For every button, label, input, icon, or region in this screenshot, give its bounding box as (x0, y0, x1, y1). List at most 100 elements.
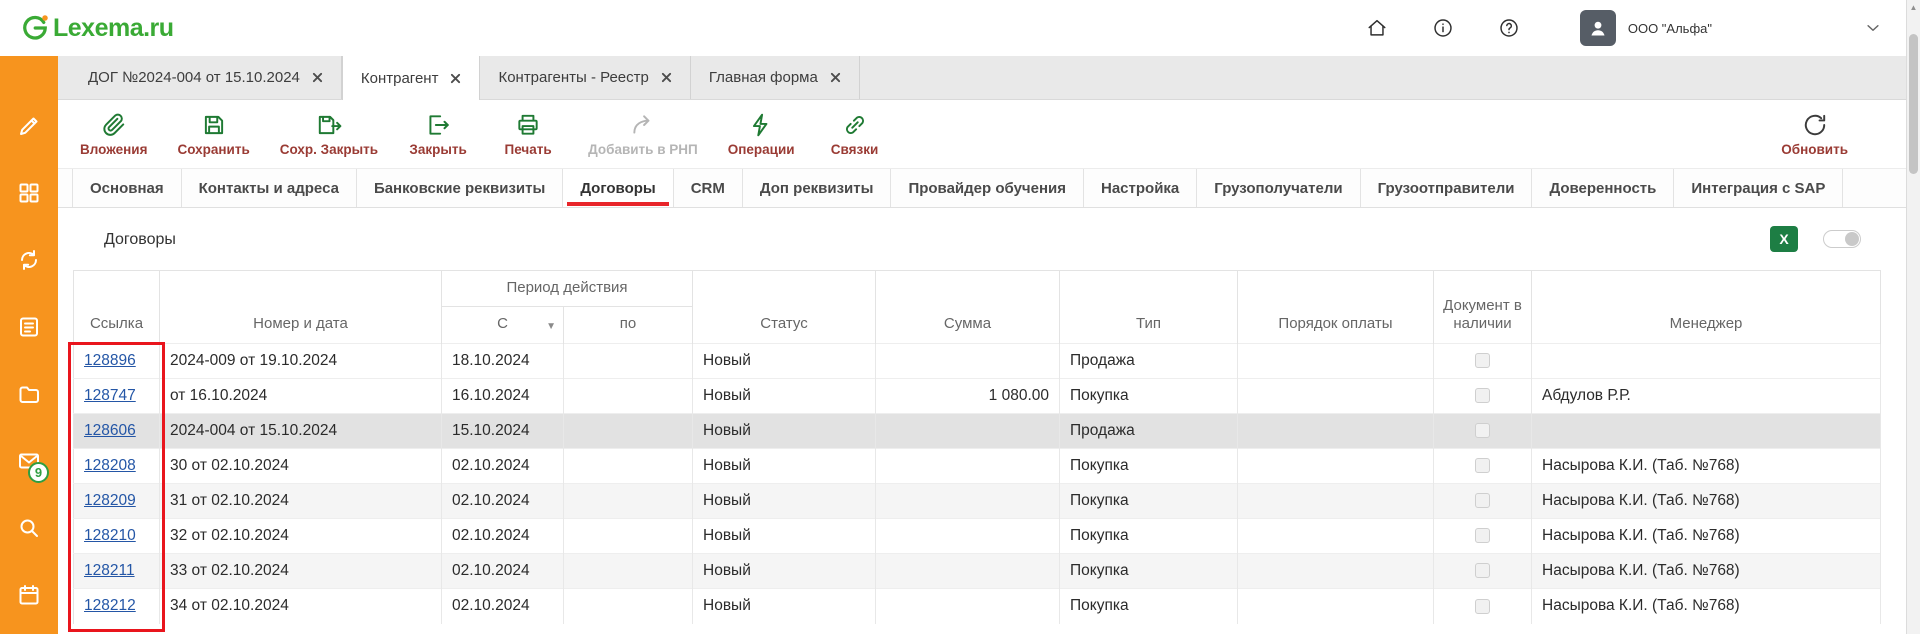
col-header-link[interactable]: Ссылка (74, 271, 160, 344)
excel-export-button[interactable]: X (1770, 226, 1798, 252)
add-rnp-button[interactable]: Добавить в РНП (588, 112, 698, 157)
table-row[interactable]: 128209 31 от 02.10.2024 02.10.2024 Новый… (74, 484, 1881, 519)
operations-button[interactable]: Операции (728, 112, 795, 157)
contract-link[interactable]: 128747 (84, 387, 136, 404)
doc-checkbox[interactable] (1475, 563, 1490, 578)
doc-checkbox[interactable] (1475, 423, 1490, 438)
save-button[interactable]: Сохранить (177, 112, 249, 157)
tab-doverennost[interactable]: Доверенность (1532, 169, 1674, 207)
doc-checkbox[interactable] (1475, 388, 1490, 403)
contract-link[interactable]: 128210 (84, 527, 136, 544)
chevron-down-icon[interactable] (1864, 19, 1882, 37)
manager-cell: Насырова К.И. (Таб. №768) (1532, 484, 1881, 519)
print-button[interactable]: Печать (498, 112, 558, 157)
number-cell: 2024-009 от 19.10.2024 (160, 344, 442, 379)
from-cell: 02.10.2024 (442, 449, 564, 484)
col-header-manager[interactable]: Менеджер (1532, 271, 1881, 344)
links-button[interactable]: Связки (825, 112, 885, 157)
status-cell: Новый (693, 379, 876, 414)
tab-gruzopoluchateli[interactable]: Грузополучатели (1197, 169, 1360, 207)
tab-integraciya-s-sap[interactable]: Интеграция с SAP (1674, 169, 1843, 207)
link-cell: 128210 (74, 519, 160, 554)
help-icon[interactable] (1498, 17, 1520, 39)
doc-cell (1434, 554, 1532, 589)
home-icon[interactable] (1366, 17, 1388, 39)
brand-name: Lexema.ru (53, 14, 174, 43)
refresh-icon (1802, 112, 1828, 138)
toolbar: Вложения Сохранить Сохр. Закрыть Закрыть… (58, 100, 1906, 168)
contract-link[interactable]: 128211 (84, 562, 135, 579)
status-cell: Новый (693, 554, 876, 589)
table-row[interactable]: 128896 2024-009 от 19.10.2024 18.10.2024… (74, 344, 1881, 379)
window-tab-dog-2024-004[interactable]: ДОГ №2024-004 от 15.10.2024 (70, 56, 342, 99)
sidebar-search-button[interactable] (0, 516, 58, 540)
close-icon[interactable] (661, 72, 672, 83)
contract-link[interactable]: 128896 (84, 352, 136, 369)
table-row-selected[interactable]: 128606 2024-004 от 15.10.2024 15.10.2024… (74, 414, 1881, 449)
doc-checkbox[interactable] (1475, 353, 1490, 368)
doc-checkbox[interactable] (1475, 528, 1490, 543)
doc-checkbox[interactable] (1475, 599, 1490, 614)
sidebar-modules-button[interactable] (0, 181, 58, 205)
sidebar-mail-button[interactable]: 9 (0, 449, 58, 473)
window-tab-label: Контрагент (361, 70, 439, 87)
doc-cell (1434, 589, 1532, 624)
close-icon[interactable] (312, 72, 323, 83)
col-header-doc[interactable]: Документ в наличии (1434, 271, 1532, 344)
refresh-button[interactable]: Обновить (1781, 112, 1848, 157)
col-header-to[interactable]: по (564, 307, 693, 344)
tab-dop-rekvizity[interactable]: Доп реквизиты (743, 169, 892, 207)
contract-link[interactable]: 128208 (84, 457, 136, 474)
scrollbar-thumb[interactable] (1909, 34, 1918, 174)
window-tab-glavnaya-forma[interactable]: Главная форма (691, 56, 860, 99)
scrollbar-up-arrow[interactable]: ▲ (1907, 3, 1920, 12)
tab-osnovnaya[interactable]: Основная (72, 169, 182, 207)
table-row[interactable]: 128747 от 16.10.2024 16.10.2024 Новый 1 … (74, 379, 1881, 414)
window-tabs-bar: ДОГ №2024-004 от 15.10.2024 Контрагент К… (58, 56, 1906, 100)
close-icon[interactable] (830, 72, 841, 83)
window-tab-kontragent[interactable]: Контрагент (342, 56, 481, 100)
close-form-button[interactable]: Закрыть (408, 112, 468, 157)
table-row[interactable]: 128208 30 от 02.10.2024 02.10.2024 Новый… (74, 449, 1881, 484)
to-cell (564, 379, 693, 414)
tab-nastroyka[interactable]: Настройка (1084, 169, 1197, 207)
lexema-logo[interactable]: Lexema.ru (20, 13, 174, 43)
contract-link[interactable]: 128606 (84, 422, 136, 439)
sidebar-sync-button[interactable] (0, 248, 58, 272)
tab-gruzootpraviteli[interactable]: Грузоотправители (1361, 169, 1533, 207)
col-header-from[interactable]: С ▼ (442, 307, 564, 344)
tab-dogovory[interactable]: Договоры (563, 169, 673, 207)
contract-link[interactable]: 128212 (84, 597, 136, 614)
view-toggle[interactable] (1823, 230, 1861, 248)
sidebar-edit-button[interactable] (0, 114, 58, 138)
col-header-status[interactable]: Статус (693, 271, 876, 344)
save-close-button[interactable]: Сохр. Закрыть (280, 112, 378, 157)
col-header-payment[interactable]: Порядок оплаты (1238, 271, 1434, 344)
window-tab-kontragenty-reestr[interactable]: Контрагенты - Реестр (480, 56, 690, 99)
user-avatar[interactable] (1580, 10, 1616, 46)
form-tabs-bar: Основная Контакты и адреса Банковские ре… (58, 168, 1906, 208)
sort-caret-icon[interactable]: ▼ (546, 322, 556, 332)
close-icon[interactable] (450, 73, 461, 84)
doc-cell (1434, 449, 1532, 484)
doc-checkbox[interactable] (1475, 493, 1490, 508)
sidebar-reports-button[interactable] (0, 315, 58, 339)
table-row[interactable]: 128210 32 от 02.10.2024 02.10.2024 Новый… (74, 519, 1881, 554)
col-header-sum[interactable]: Сумма (876, 271, 1060, 344)
col-header-type[interactable]: Тип (1060, 271, 1238, 344)
status-cell: Новый (693, 589, 876, 624)
doc-checkbox[interactable] (1475, 458, 1490, 473)
table-row[interactable]: 128212 34 от 02.10.2024 02.10.2024 Новый… (74, 589, 1881, 624)
vertical-scrollbar[interactable]: ▲ (1906, 0, 1920, 634)
sidebar-calendar-button[interactable] (0, 583, 58, 607)
attachments-button[interactable]: Вложения (80, 112, 147, 157)
col-header-number[interactable]: Номер и дата (160, 271, 442, 344)
tab-bankovskie-rekvizity[interactable]: Банковские реквизиты (357, 169, 563, 207)
table-row[interactable]: 128211 33 от 02.10.2024 02.10.2024 Новый… (74, 554, 1881, 589)
sidebar-documents-button[interactable] (0, 382, 58, 406)
contract-link[interactable]: 128209 (84, 492, 136, 509)
tab-provayder-obucheniya[interactable]: Провайдер обучения (891, 169, 1084, 207)
tab-crm[interactable]: CRM (674, 169, 743, 207)
tab-kontakty-i-adresa[interactable]: Контакты и адреса (182, 169, 357, 207)
info-icon[interactable] (1432, 17, 1454, 39)
